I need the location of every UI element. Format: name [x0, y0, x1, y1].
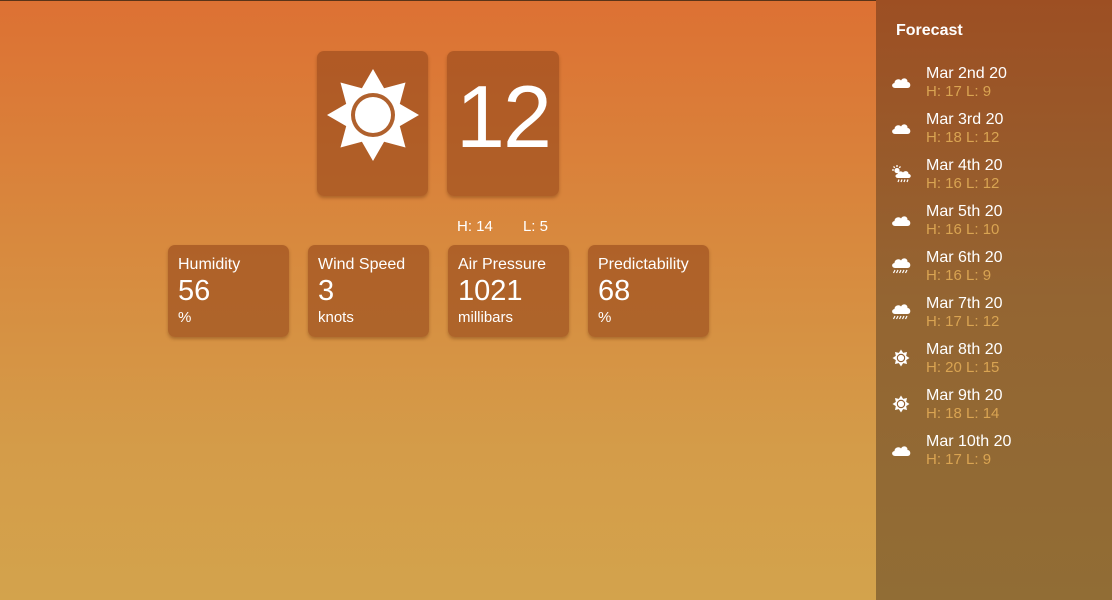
stat-label: Wind Speed [318, 256, 406, 273]
forecast-item: Mar 2nd 20 H: 17 L: 9 [876, 64, 1112, 110]
forecast-date: Mar 5th 20 [926, 203, 1003, 220]
stat-card-humidity: Humidity 56 % [168, 245, 289, 337]
cloud-icon [890, 118, 912, 138]
cloud-icon [890, 72, 912, 92]
forecast-high-low: H: 18 L: 14 [926, 405, 1000, 422]
cloud-rain-icon [890, 302, 912, 322]
stat-card-wind-speed: Wind Speed 3 knots [308, 245, 429, 337]
stat-value: 68 [598, 275, 631, 307]
cloud-icon [890, 440, 912, 460]
forecast-item: Mar 4th 20 H: 16 L: 12 [876, 156, 1112, 202]
forecast-item: Mar 7th 20 H: 17 L: 12 [876, 294, 1112, 340]
forecast-date: Mar 3rd 20 [926, 111, 1004, 128]
forecast-date: Mar 9th 20 [926, 387, 1003, 404]
forecast-item: Mar 8th 20 H: 20 L: 15 [876, 340, 1112, 386]
forecast-item: Mar 5th 20 H: 16 L: 10 [876, 202, 1112, 248]
stat-unit: knots [318, 309, 354, 326]
forecast-list: Mar 2nd 20 H: 17 L: 9 Mar 3rd 20 H: 18 L… [876, 64, 1112, 478]
forecast-date: Mar 7th 20 [926, 295, 1003, 312]
forecast-high-low: H: 16 L: 9 [926, 267, 992, 284]
forecast-item: Mar 10th 20 H: 17 L: 9 [876, 432, 1112, 478]
forecast-item: Mar 6th 20 H: 16 L: 9 [876, 248, 1112, 294]
forecast-sidebar: Forecast Mar 2nd 20 H: 17 L: 9 Mar 3rd 2… [876, 0, 1112, 600]
sun-icon [327, 69, 419, 161]
sun-cloud-rain-icon [890, 164, 912, 184]
stat-value: 3 [318, 275, 335, 307]
stat-card-predictability: Predictability 68 % [588, 245, 709, 337]
forecast-item: Mar 3rd 20 H: 18 L: 12 [876, 110, 1112, 156]
current-low: L: 5 [522, 218, 548, 235]
stat-card-air-pressure: Air Pressure 1021 millibars [448, 245, 569, 337]
forecast-item: Mar 9th 20 H: 18 L: 14 [876, 386, 1112, 432]
forecast-high-low: H: 16 L: 10 [926, 221, 1000, 238]
stat-unit: % [178, 309, 192, 326]
stat-value: 56 [178, 275, 211, 307]
stat-value: 1021 [458, 275, 523, 307]
forecast-date: Mar 4th 20 [926, 157, 1003, 174]
forecast-date: Mar 8th 20 [926, 341, 1003, 358]
stat-label: Predictability [598, 256, 689, 273]
current-temperature-card: 12 H: 14 L: 5 [447, 51, 559, 235]
stat-label: Air Pressure [458, 256, 547, 273]
forecast-date: Mar 6th 20 [926, 249, 1003, 266]
forecast-date: Mar 2nd 20 [926, 65, 1007, 82]
forecast-high-low: H: 17 L: 9 [926, 83, 992, 100]
forecast-date: Mar 10th 20 [926, 433, 1012, 450]
sun-icon [890, 348, 912, 368]
forecast-high-low: H: 20 L: 15 [926, 359, 1000, 376]
current-weather-icon-card [317, 51, 428, 196]
sun-icon [890, 394, 912, 414]
cloud-rain-icon [890, 256, 912, 276]
current-temperature: 12 [456, 67, 552, 166]
current-high: H: 14 [457, 218, 493, 235]
forecast-high-low: H: 16 L: 12 [926, 175, 1000, 192]
cloud-icon [890, 210, 912, 230]
forecast-high-low: H: 17 L: 9 [926, 451, 992, 468]
forecast-high-low: H: 17 L: 12 [926, 313, 1000, 330]
forecast-title: Forecast [896, 22, 963, 39]
main-panel: 12 H: 14 L: 5 Humidity 56 % Wind Speed 3… [0, 0, 876, 600]
stat-unit: millibars [458, 309, 514, 326]
forecast-high-low: H: 18 L: 12 [926, 129, 1000, 146]
stat-label: Humidity [178, 256, 241, 273]
stat-unit: % [598, 309, 612, 326]
